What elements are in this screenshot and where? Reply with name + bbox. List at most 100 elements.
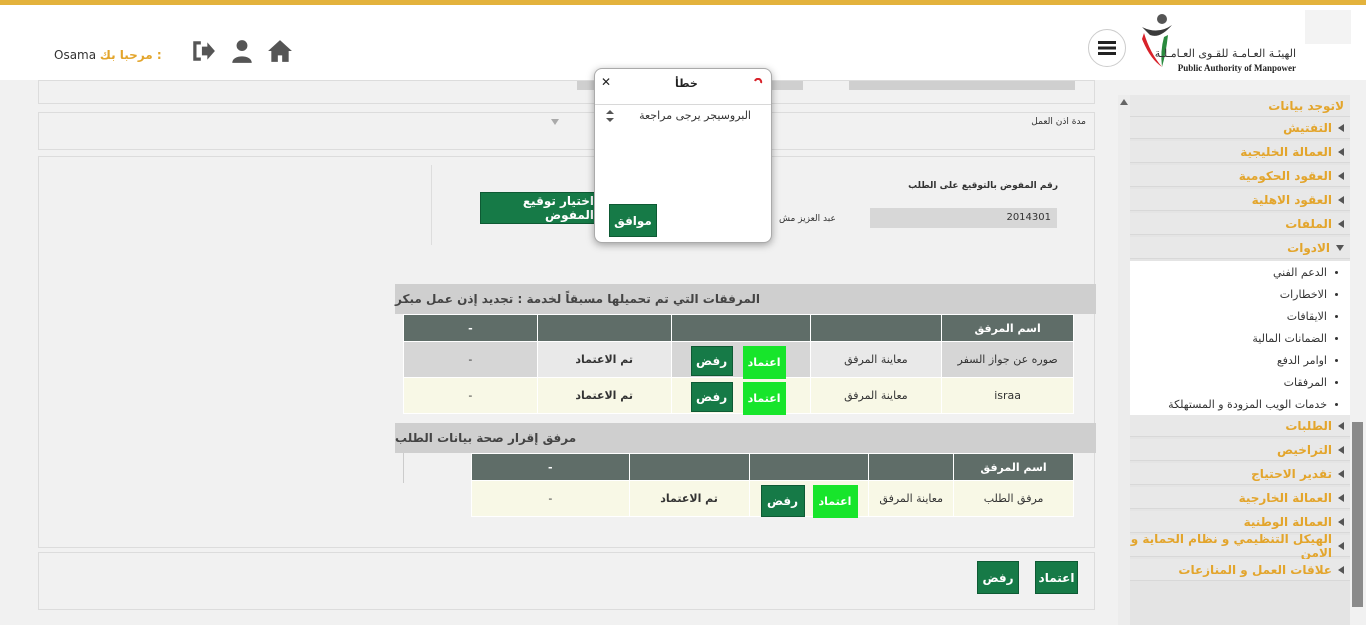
sidebar-subitem-label: الضمانات المالية [1252, 331, 1327, 345]
footer-actions-panel: اعتماد رفض [38, 552, 1095, 610]
actions-cell: رفض اعتماد [670, 377, 811, 415]
work-permit-duration-label: مدة اذن العمل [1031, 117, 1086, 127]
welcome-label: مرحبا بك : [99, 48, 162, 62]
sidebar-item-label: الملفات [1285, 216, 1332, 231]
attachments-section-title: المرفقات التي تم تحميلها مسبقاً لخدمة : … [395, 284, 1096, 314]
sidebar-subitem-label: الدعم الفني [1272, 265, 1327, 279]
declaration-table: - اسم المرفق - تم الاعتماد رفض اعتماد مع… [471, 453, 1074, 518]
sidebar-item-private-contracts[interactable]: العقود الاهلية [1130, 189, 1350, 211]
attachment-name: صوره عن جواز السفر [941, 341, 1074, 378]
arrow-icon [1338, 493, 1344, 502]
delegate-name-value: عبد العزيز مش [779, 214, 836, 224]
arrow-icon [1338, 469, 1344, 478]
status-cell: تم الاعتماد [628, 480, 750, 517]
sidebar-item-tools[interactable]: الادوات [1130, 237, 1350, 259]
error-icon [754, 78, 763, 84]
arrow-icon [1338, 421, 1344, 430]
home-icon[interactable] [267, 38, 293, 64]
arrow-icon [1338, 219, 1344, 228]
arrow-icon [1338, 195, 1344, 204]
approve-request-button[interactable]: اعتماد [1035, 561, 1078, 594]
reject-button[interactable]: رفض [690, 382, 733, 412]
table-row: - تم الاعتماد رفض اعتماد معاينة المرفق i… [403, 377, 1074, 415]
col-header [868, 453, 955, 481]
col-header [628, 453, 750, 481]
top-panel [38, 80, 1095, 104]
col-header [748, 453, 870, 481]
sidebar-item-label: العقود الحكومية [1238, 168, 1332, 183]
username: Osama [54, 48, 97, 62]
sidebar-item-requests[interactable]: الطلبات [1130, 415, 1350, 437]
sidebar-scrollbar[interactable] [1118, 95, 1130, 625]
approve-button[interactable]: اعتماد [742, 346, 786, 379]
sidebar-item-label: الهيكل التنظيمي و نظام الحماية و الامن [1130, 531, 1332, 560]
choose-signature-button[interactable]: اختيار توقيع المفوض [480, 192, 595, 224]
header-corner [1305, 10, 1351, 44]
menu-toggle-button[interactable] [1088, 29, 1126, 67]
sidebar-subitem[interactable]: الضمانات المالية [1130, 327, 1350, 349]
bullet [1335, 314, 1338, 318]
bullet [1335, 270, 1338, 274]
sidebar-subitem[interactable]: اوامر الدفع [1130, 349, 1350, 371]
arrow-icon [1338, 123, 1344, 132]
arrow-icon [1338, 171, 1344, 180]
bullet [1335, 402, 1338, 406]
sidebar-subitem-label: اوامر الدفع [1276, 353, 1327, 367]
sidebar-item-labor-relations[interactable]: علاقات العمل و المنازعات [1130, 559, 1350, 581]
sidebar-item-label: علاقات العمل و المنازعات [1178, 562, 1332, 577]
arrow-icon [1338, 541, 1344, 550]
dialog-title: خطأ [675, 77, 698, 90]
sidebar-item-files[interactable]: الملفات [1130, 213, 1350, 235]
col-header: - [403, 314, 538, 342]
view-attachment-link[interactable]: معاينة المرفق [868, 480, 955, 517]
sidebar-item-foreign-labor[interactable]: العمالة الخارجية [1130, 487, 1350, 509]
ok-button[interactable]: موافق [609, 204, 657, 237]
logout-icon[interactable] [190, 38, 216, 64]
spinner-icon[interactable] [605, 109, 615, 123]
sidebar-item-needs-estimate[interactable]: تقدير الاحتياج [1130, 463, 1350, 485]
dialog-titlebar: ✕ خطأ [595, 69, 771, 105]
sidebar-item-licenses[interactable]: التراخيص [1130, 439, 1350, 461]
delegate-number-field[interactable]: 2014301 [870, 208, 1057, 228]
sidebar-subitem-label: المرفقات [1283, 375, 1327, 389]
sidebar-subitem[interactable]: خدمات الويب المزودة و المستهلكة [1130, 393, 1350, 415]
extra-cell: - [403, 377, 538, 414]
sidebar-subitem[interactable]: الدعم الفني [1130, 261, 1350, 283]
org-name-ar: الهيئـة العـامـة للقـوى العـامـلـة [1154, 47, 1296, 60]
sidebar-item-label: لاتوجد بيانات [1268, 98, 1344, 113]
sidebar-item-label: التراخيص [1276, 442, 1332, 457]
sidebar-item-national-labor[interactable]: العمالة الوطنية [1130, 511, 1350, 533]
declaration-section-title: مرفق إقرار صحة بيانات الطلب [395, 423, 1096, 453]
bullet [1335, 292, 1338, 296]
view-attachment-link[interactable]: معاينة المرفق [809, 377, 943, 414]
dropdown-arrow-icon[interactable] [551, 119, 559, 125]
sidebar-item-gulf-labor[interactable]: العمالة الخليجية [1130, 141, 1350, 163]
approve-button[interactable]: اعتماد [742, 382, 786, 415]
sidebar-subitem[interactable]: المرفقات [1130, 371, 1350, 393]
gray-field-strip [849, 81, 1075, 90]
sidebar-item-label: العقود الاهلية [1251, 192, 1332, 207]
arrow-icon [1338, 445, 1344, 454]
user-icon[interactable] [229, 38, 255, 64]
error-dialog: ✕ خطأ البروسيجر يرجى مراجعة موافق [594, 68, 772, 243]
extra-cell: - [471, 480, 630, 517]
sidebar-item-org-structure[interactable]: الهيكل التنظيمي و نظام الحماية و الامن [1130, 531, 1350, 560]
delegate-number-label: رقم المفوض بالتوقيع على الطلب [908, 181, 1058, 191]
view-attachment-link[interactable]: معاينة المرفق [809, 341, 943, 378]
divider [431, 165, 432, 245]
sidebar-item-inspection[interactable]: التفتيش [1130, 117, 1350, 139]
reject-button[interactable]: رفض [760, 485, 805, 517]
reject-button[interactable]: رفض [690, 346, 733, 376]
approve-button[interactable]: اعتماد [812, 485, 858, 518]
col-header [536, 314, 672, 342]
sidebar-item-gov-contracts[interactable]: العقود الحكومية [1130, 165, 1350, 187]
reject-request-button[interactable]: رفض [977, 561, 1019, 594]
page-scrollbar-thumb[interactable] [1352, 422, 1363, 607]
sidebar-item-no-data[interactable]: لاتوجد بيانات [1130, 95, 1350, 117]
sidebar-subitem[interactable]: الاخطارات [1130, 283, 1350, 305]
scroll-up-icon[interactable] [1120, 99, 1128, 105]
actions-cell: رفض اعتماد [748, 480, 870, 518]
sidebar-subitem-label: الاخطارات [1279, 287, 1327, 301]
sidebar-subitem[interactable]: الايقافات [1130, 305, 1350, 327]
close-icon[interactable]: ✕ [601, 75, 611, 89]
